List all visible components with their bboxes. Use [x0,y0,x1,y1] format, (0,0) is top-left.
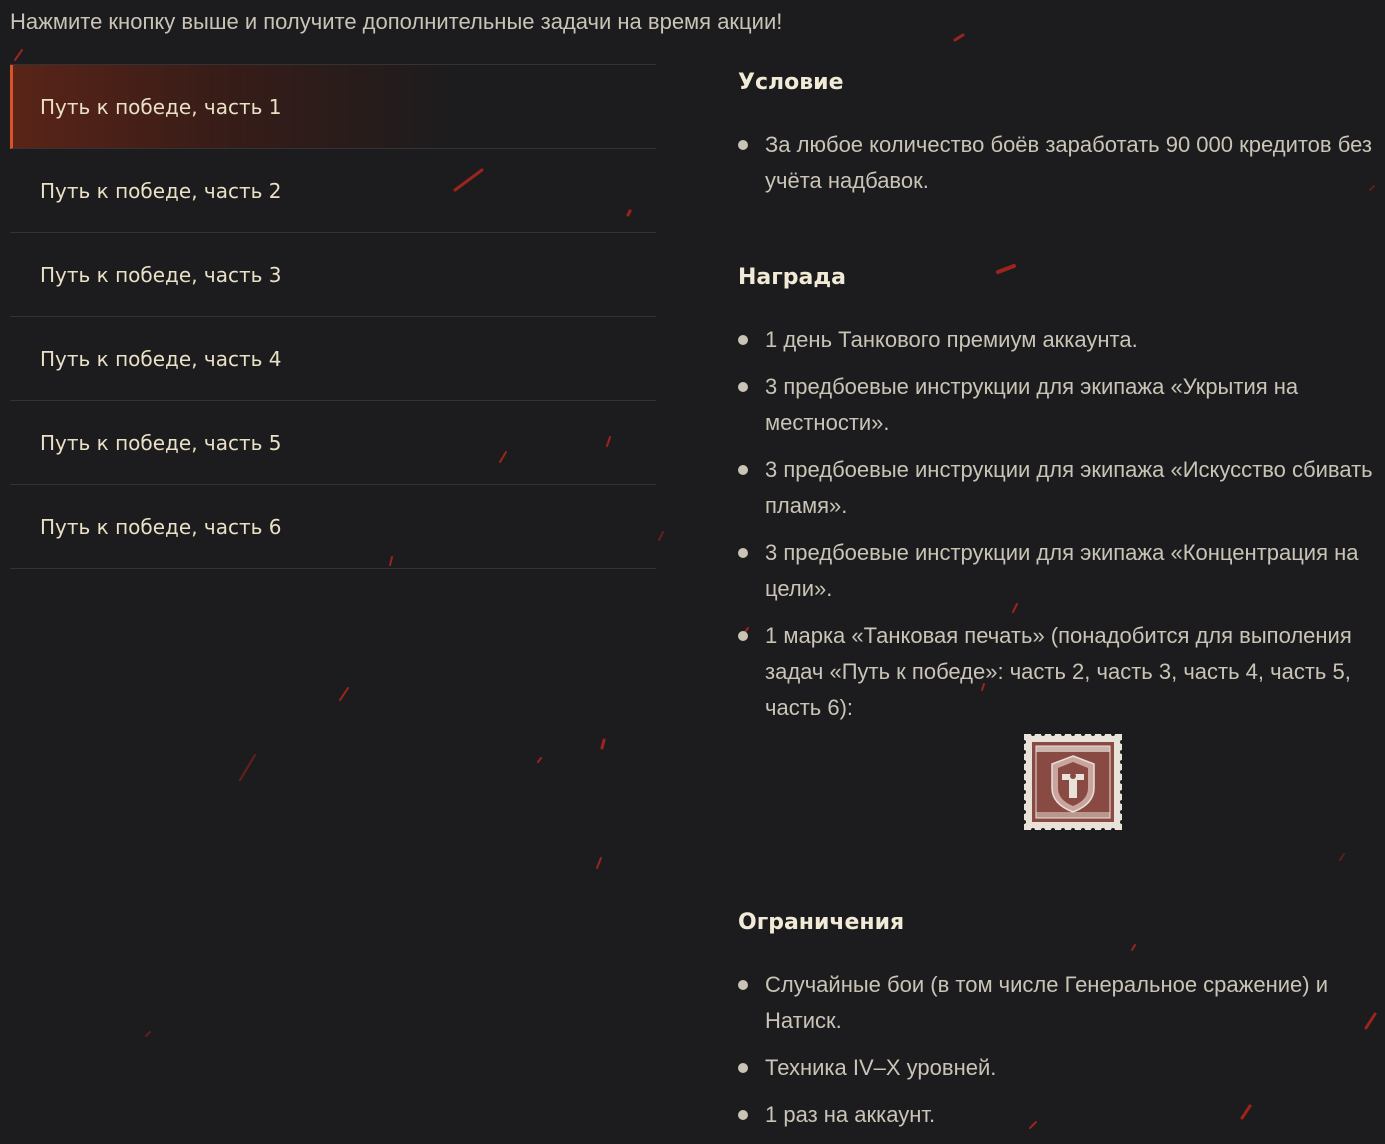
tab-part-5[interactable]: Путь к победе, часть 5 [10,401,656,485]
list-item: 3 предбоевые инструкции для экипажа «Укр… [738,369,1378,441]
list-item: 3 предбоевые инструкции для экипажа «Иск… [738,452,1378,524]
bullet-icon [738,465,748,475]
tab-part-3[interactable]: Путь к победе, часть 3 [10,233,656,317]
bullet-icon [738,1110,748,1120]
bullet-icon [738,140,748,150]
tab-label: Путь к победе, часть 4 [40,346,282,371]
condition-list: За любое количество боёв заработать 90 0… [738,127,1378,210]
tab-label: Путь к победе, часть 2 [40,178,282,203]
list-item: 1 день Танкового премиум аккаунта. [738,322,1378,358]
reward-heading: Награда [738,265,846,290]
list-item: Техника IV–X уровней. [738,1050,1378,1086]
tab-part-4[interactable]: Путь к победе, часть 4 [10,317,656,401]
condition-heading: Условие [738,70,844,95]
task-tabs-list: Путь к победе, часть 1 Путь к победе, ча… [10,64,656,569]
tank-seal-stamp-icon [1024,734,1122,830]
tab-label: Путь к победе, часть 1 [40,94,282,119]
bullet-icon [738,1063,748,1073]
bullet-icon [738,631,748,641]
list-item: Случайные бои (в том числе Генеральное с… [738,967,1378,1039]
tab-label: Путь к победе, часть 6 [40,514,282,539]
tab-part-2[interactable]: Путь к победе, часть 2 [10,149,656,233]
reward-list: 1 день Танкового премиум аккаунта. 3 пре… [738,322,1378,737]
tab-part-1[interactable]: Путь к победе, часть 1 [10,65,656,149]
restrictions-list: Случайные бои (в том числе Генеральное с… [738,967,1378,1144]
bullet-icon [738,382,748,392]
bullet-icon [738,548,748,558]
bullet-icon [738,980,748,990]
bullet-icon [738,335,748,345]
list-item: За любое количество боёв заработать 90 0… [738,127,1378,199]
restrictions-heading: Ограничения [738,910,905,935]
tab-label: Путь к победе, часть 3 [40,262,282,287]
intro-text: Нажмите кнопку выше и получите дополните… [10,9,783,34]
tab-part-6[interactable]: Путь к победе, часть 6 [10,485,656,569]
list-item: 1 раз на аккаунт. [738,1097,1378,1133]
tab-label: Путь к победе, часть 5 [40,430,282,455]
list-item: 3 предбоевые инструкции для экипажа «Кон… [738,535,1378,607]
list-item: 1 марка «Танковая печать» (понадобится д… [738,618,1378,726]
